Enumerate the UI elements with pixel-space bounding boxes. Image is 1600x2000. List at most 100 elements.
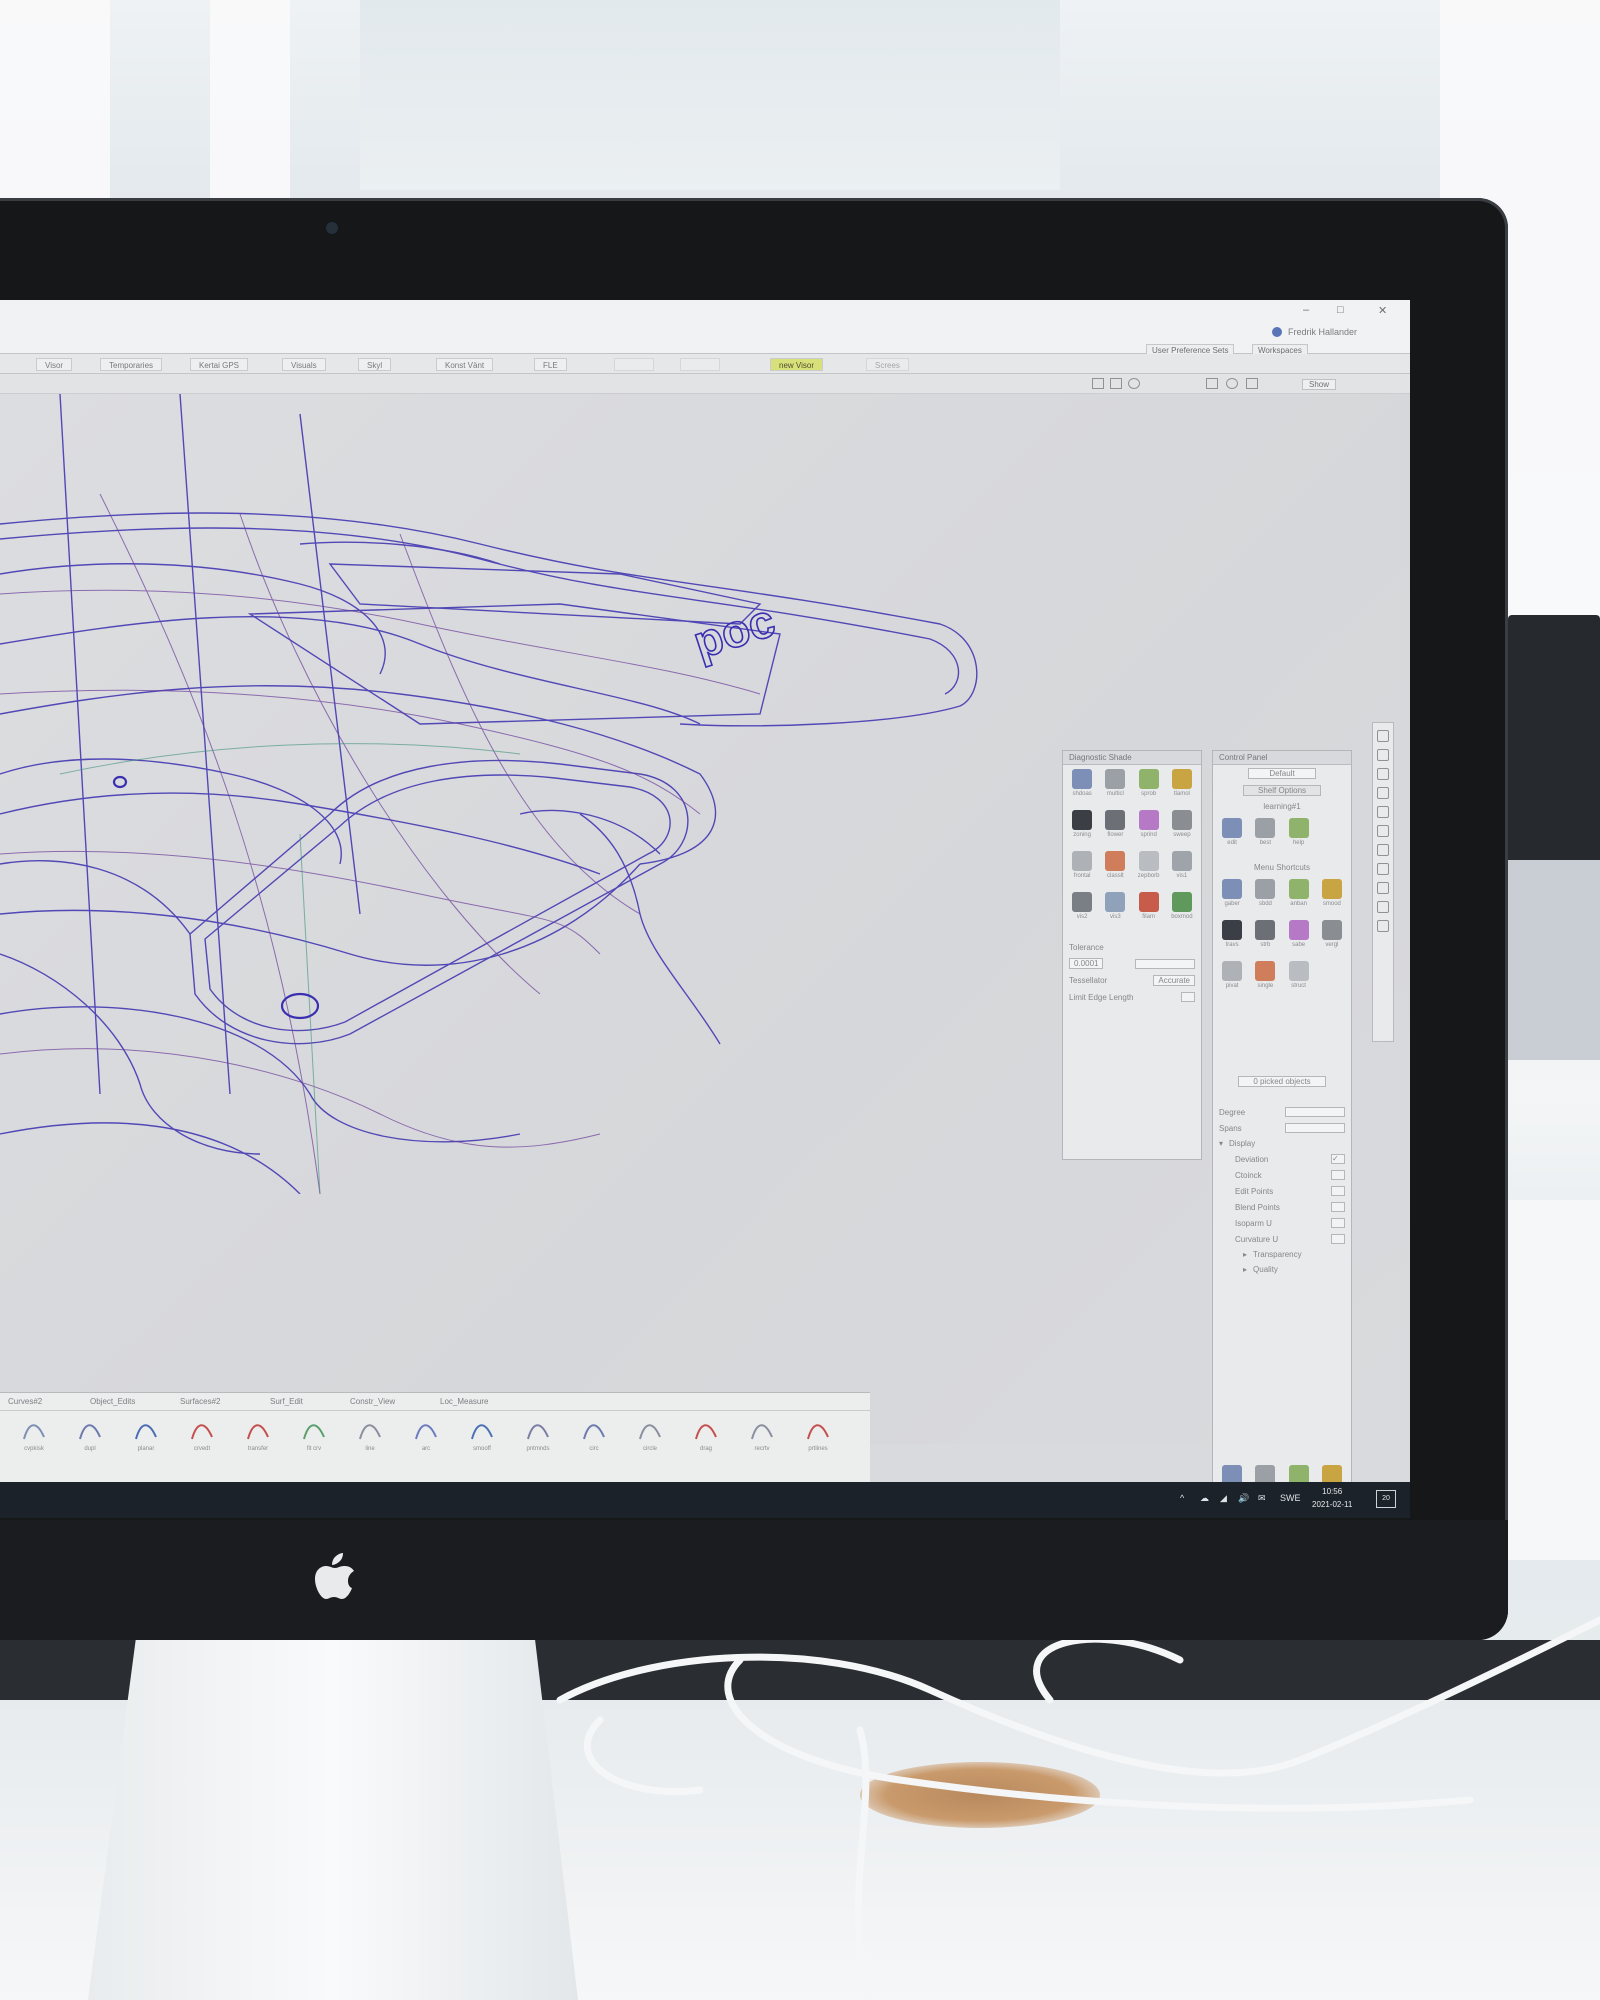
- display-option-checkbox[interactable]: [1331, 1170, 1345, 1180]
- diagnostic-tool[interactable]: flower: [1100, 810, 1130, 848]
- tolerance-field[interactable]: 0.0001: [1069, 958, 1104, 969]
- quality-label[interactable]: Quality: [1253, 1265, 1278, 1274]
- maximize-button[interactable]: □: [1337, 304, 1344, 316]
- display-option-checkbox[interactable]: [1331, 1234, 1345, 1244]
- shelf-tool[interactable]: dupl: [70, 1417, 110, 1452]
- shelf-tab[interactable]: Loc_Measure: [440, 1397, 488, 1406]
- shelf-tool[interactable]: prtlines: [798, 1417, 838, 1452]
- display-option-checkbox[interactable]: [1331, 1202, 1345, 1212]
- undo-icon[interactable]: [1377, 844, 1389, 856]
- diagnostic-tool[interactable]: vis1: [1167, 851, 1197, 889]
- shelf-tab[interactable]: Object_Edits: [90, 1397, 135, 1406]
- camera-icon[interactable]: [1092, 378, 1104, 389]
- shortcut-tool[interactable]: anban: [1284, 879, 1314, 917]
- user-name[interactable]: Fredrik Hallander: [1288, 327, 1357, 337]
- shortcut-tool[interactable]: travs: [1217, 920, 1247, 958]
- pick-icon[interactable]: [1377, 901, 1389, 913]
- shelf-tab[interactable]: Surf_Edit: [270, 1397, 303, 1406]
- tolerance-slider[interactable]: [1135, 958, 1195, 969]
- file-tab[interactable]: [614, 358, 654, 371]
- zoom-icon[interactable]: [1377, 730, 1389, 742]
- file-tab-active[interactable]: new Visor: [770, 358, 823, 371]
- language-indicator[interactable]: SWE: [1280, 1493, 1301, 1503]
- file-tab[interactable]: Konst Vänt: [436, 358, 494, 371]
- clock[interactable]: 10:56 2021-02-11: [1312, 1485, 1352, 1511]
- file-tab[interactable]: FLE: [534, 358, 567, 371]
- shortcut-tool[interactable]: strb: [1250, 920, 1280, 958]
- diagnostic-tool[interactable]: filam: [1134, 892, 1164, 930]
- view-icon[interactable]: [1110, 378, 1122, 389]
- quality-expand-icon[interactable]: ▸: [1243, 1265, 1247, 1274]
- walk-icon[interactable]: [1377, 920, 1389, 932]
- display-option-checkbox[interactable]: [1331, 1218, 1345, 1228]
- tumble-icon[interactable]: [1377, 863, 1389, 875]
- limit-edge-length-checkbox[interactable]: [1181, 992, 1195, 1002]
- shortcut-tool[interactable]: pivat: [1217, 961, 1247, 999]
- back-icon[interactable]: [1377, 749, 1389, 761]
- diagnostic-tool[interactable]: sweep: [1167, 810, 1197, 848]
- file-tab[interactable]: Skyl: [358, 358, 392, 371]
- file-tab[interactable]: Visuals: [282, 358, 326, 371]
- learning-tool[interactable]: edit: [1217, 818, 1247, 856]
- shelf-tool[interactable]: smooff: [462, 1417, 502, 1452]
- file-tab[interactable]: Screes: [866, 358, 909, 371]
- diagnostic-tool[interactable]: sprind: [1134, 810, 1164, 848]
- file-tab[interactable]: Temporaries: [100, 358, 163, 371]
- diagnostic-tool[interactable]: multicl: [1100, 769, 1130, 807]
- shelf-tool[interactable]: planar: [126, 1417, 166, 1452]
- diagnostic-tool[interactable]: sprob: [1134, 769, 1164, 807]
- perspective-icon[interactable]: [1226, 378, 1238, 389]
- learning-tool[interactable]: help: [1284, 818, 1314, 856]
- shelf-tool[interactable]: cvpkisk: [14, 1417, 54, 1452]
- zoom-icon[interactable]: [1128, 378, 1140, 389]
- diagnostic-tool[interactable]: boxmod: [1167, 892, 1197, 930]
- transparency-expand-icon[interactable]: ▸: [1243, 1250, 1247, 1259]
- close-button[interactable]: ✕: [1378, 304, 1387, 317]
- file-tab[interactable]: [680, 358, 720, 371]
- picked-objects-select[interactable]: 0 picked objects: [1238, 1076, 1326, 1087]
- shelf-tool[interactable]: drag: [686, 1417, 726, 1452]
- shortcut-tool[interactable]: sbdd: [1250, 879, 1280, 917]
- helmet-wireframe-model[interactable]: poc: [0, 394, 1000, 1194]
- shelf-tool[interactable]: pntmnds: [518, 1417, 558, 1452]
- tray-expand-icon[interactable]: ^: [1180, 1493, 1184, 1503]
- shelf-tab[interactable]: Constr_View: [350, 1397, 395, 1406]
- notification-center-icon[interactable]: 20: [1376, 1490, 1396, 1508]
- volume-icon[interactable]: 🔊: [1238, 1493, 1249, 1504]
- shelf-tab[interactable]: Surfaces#2: [180, 1397, 220, 1406]
- diagnostic-tool[interactable]: frontal: [1067, 851, 1097, 889]
- display-option-checkbox[interactable]: [1331, 1186, 1345, 1196]
- shelf-tool[interactable]: circle: [630, 1417, 670, 1452]
- layout-icon[interactable]: [1206, 378, 1218, 389]
- diagnostic-tool[interactable]: tlamol: [1167, 769, 1197, 807]
- shelf-tool[interactable]: circ: [574, 1417, 614, 1452]
- diagnostic-tool[interactable]: zoning: [1067, 810, 1097, 848]
- modeling-viewport[interactable]: poc Diagnostic Shade shdoas multicl sprob t…: [0, 394, 1410, 1510]
- shelf-options-button[interactable]: Shelf Options: [1242, 785, 1322, 796]
- shortcut-tool[interactable]: sabe: [1284, 920, 1314, 958]
- cloud-icon[interactable]: ☁: [1200, 1493, 1209, 1504]
- pan-icon[interactable]: [1377, 768, 1389, 780]
- shortcut-tool[interactable]: vergl: [1317, 920, 1347, 958]
- learning-tool[interactable]: best: [1250, 818, 1280, 856]
- look-icon[interactable]: [1377, 882, 1389, 894]
- network-icon[interactable]: ◢: [1220, 1493, 1227, 1504]
- file-tab[interactable]: Kertai GPS: [190, 358, 249, 371]
- shelf-tab[interactable]: Curves#2: [8, 1397, 42, 1406]
- display-option-checkbox[interactable]: ✓: [1331, 1154, 1345, 1164]
- transparency-label[interactable]: Transparency: [1253, 1250, 1302, 1259]
- shortcut-tool[interactable]: single: [1250, 961, 1280, 999]
- shelf-tool[interactable]: transfer: [238, 1417, 278, 1452]
- diagnostic-tool[interactable]: shdoas: [1067, 769, 1097, 807]
- show-button[interactable]: Show: [1302, 379, 1337, 390]
- shortcut-tool[interactable]: gaber: [1217, 879, 1247, 917]
- degree-field[interactable]: [1285, 1107, 1345, 1117]
- diagnostic-tool[interactable]: vis2: [1067, 892, 1097, 930]
- display-expand-icon[interactable]: ▾: [1219, 1139, 1223, 1148]
- rotate-icon[interactable]: [1377, 825, 1389, 837]
- diagnostic-tool[interactable]: zepborb: [1134, 851, 1164, 889]
- shortcut-tool[interactable]: struct: [1284, 961, 1314, 999]
- tessellator-select[interactable]: Accurate: [1153, 975, 1195, 986]
- shelf-tool[interactable]: crvedt: [182, 1417, 222, 1452]
- mail-icon[interactable]: ✉: [1258, 1493, 1266, 1504]
